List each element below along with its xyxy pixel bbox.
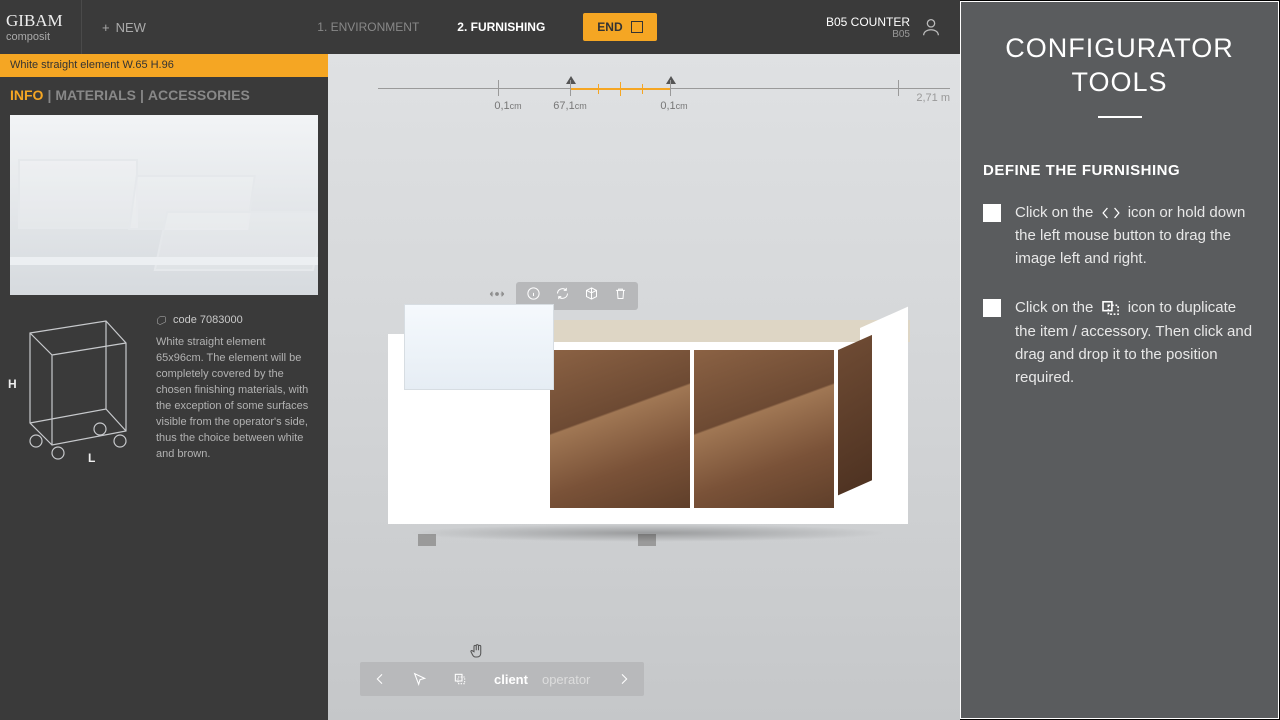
- new-label: NEW: [116, 20, 146, 35]
- refresh-icon[interactable]: [555, 286, 570, 306]
- view-client[interactable]: client: [494, 672, 528, 687]
- step-environment[interactable]: 1. ENVIRONMENT: [317, 20, 419, 34]
- tab-accessories[interactable]: ACCESSORIES: [148, 87, 250, 103]
- checkbox-icon: [983, 299, 1001, 317]
- ruler-a: 0,1cm: [494, 100, 521, 112]
- prev-button[interactable]: [360, 662, 400, 696]
- brand-line2: composit: [6, 31, 75, 43]
- select-icon[interactable]: [400, 662, 440, 696]
- element-code: code 7083000: [156, 313, 312, 329]
- next-button[interactable]: [604, 662, 644, 696]
- inspector-tabs: INFO | MATERIALS | ACCESSORIES: [0, 77, 328, 111]
- user-sub: B05: [826, 29, 910, 40]
- checkbox-icon: [983, 204, 1001, 222]
- tab-info[interactable]: INFO: [10, 87, 43, 103]
- help-title: CONFIGURATORTOOLS: [983, 32, 1256, 100]
- view-toggle: client operator: [480, 672, 604, 687]
- save-icon: [631, 21, 643, 33]
- end-label: END: [597, 20, 622, 34]
- dim-l: L: [88, 451, 95, 465]
- wireframe-diagram: H L: [10, 313, 138, 463]
- viewport-3d[interactable]: 0,1cm 67,1cm 0,1cm 2,71 m client: [328, 54, 960, 720]
- furniture-render[interactable]: [388, 304, 908, 534]
- view-operator[interactable]: operator: [542, 672, 590, 687]
- ruler: 0,1cm 67,1cm 0,1cm 2,71 m: [378, 64, 950, 114]
- trash-icon[interactable]: [613, 286, 628, 306]
- help-heading: DEFINE THE FURNISHING: [983, 162, 1256, 179]
- dim-h: H: [8, 377, 17, 391]
- brand-logo: GIBAM composit: [0, 0, 82, 54]
- ruler-b: 67,1cm: [553, 100, 586, 112]
- element-description: White straight element 65x96cm. The elem…: [156, 335, 312, 463]
- help-panel: CONFIGURATORTOOLS DEFINE THE FURNISHING …: [960, 1, 1279, 719]
- brand-line1: GIBAM: [6, 11, 75, 31]
- help-tip-1: Click on the icon or hold down the left …: [983, 201, 1256, 271]
- ruler-c: 0,1cm: [660, 100, 687, 112]
- duplicate-outline-icon: [1101, 300, 1121, 316]
- element-preview-image: [10, 115, 318, 295]
- new-project-button[interactable]: + NEW: [82, 20, 166, 35]
- element-spec: H L code 7083000 White straight element …: [0, 295, 328, 473]
- user-block[interactable]: B05 COUNTER B05: [808, 15, 960, 40]
- top-bar: GIBAM composit + NEW 1. ENVIRONMENT 2. F…: [0, 0, 960, 54]
- step-nav: 1. ENVIRONMENT 2. FURNISHING END: [166, 13, 808, 41]
- selected-element-strip: White straight element W.65 H.96: [0, 54, 328, 77]
- tab-materials[interactable]: MATERIALS: [55, 87, 136, 103]
- plus-icon: +: [102, 20, 110, 35]
- step-furnishing[interactable]: 2. FURNISHING: [457, 20, 545, 34]
- help-tip-2: Click on the icon to duplicate the item …: [983, 296, 1256, 389]
- ruler-total: 2,71 m: [916, 92, 950, 104]
- cube-icon[interactable]: [584, 286, 599, 306]
- user-name: B05 COUNTER: [826, 15, 910, 29]
- angle-brackets-icon: [1101, 205, 1121, 221]
- info-icon[interactable]: [526, 286, 541, 306]
- viewport-bottom-bar: client operator: [360, 662, 644, 696]
- duplicate-icon[interactable]: [440, 662, 480, 696]
- end-button[interactable]: END: [583, 13, 656, 41]
- user-icon: [920, 16, 942, 38]
- inspector-panel: White straight element W.65 H.96 INFO | …: [0, 54, 328, 720]
